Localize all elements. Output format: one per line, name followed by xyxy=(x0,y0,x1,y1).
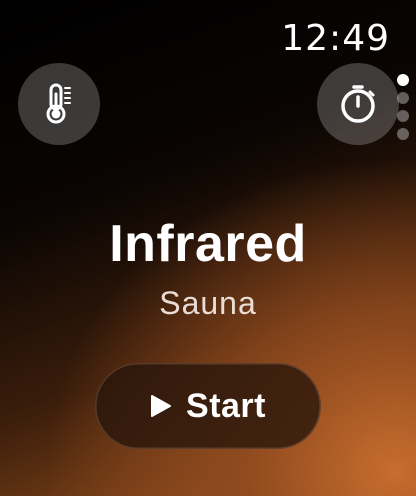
workout-title: Infrared xyxy=(109,215,307,273)
timer-button[interactable] xyxy=(317,63,399,145)
page-indicator[interactable] xyxy=(397,74,409,140)
page-dot-active xyxy=(397,74,409,86)
stopwatch-icon xyxy=(341,85,375,123)
page-dot xyxy=(397,110,409,122)
workout-subtitle: Sauna xyxy=(159,285,257,321)
temperature-button[interactable] xyxy=(18,63,100,145)
watch-screen: 12:49 Infrared Sauna Start xyxy=(0,0,416,496)
page-dot xyxy=(397,92,409,104)
play-icon xyxy=(151,395,172,417)
thermometer-icon xyxy=(46,83,71,124)
start-button-label: Start xyxy=(186,386,266,425)
page-dot xyxy=(397,128,409,140)
start-button[interactable]: Start xyxy=(95,363,321,449)
status-time: 12:49 xyxy=(281,18,390,59)
